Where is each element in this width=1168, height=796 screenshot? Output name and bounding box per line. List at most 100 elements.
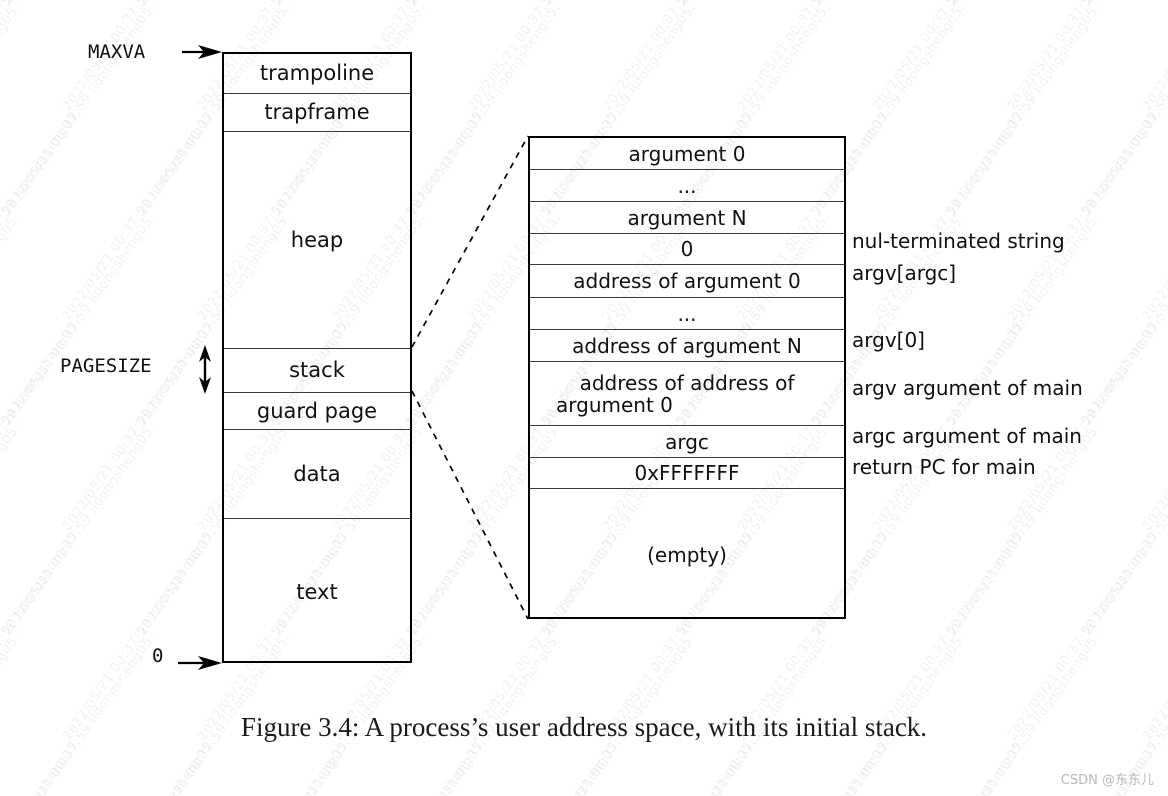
watermark-text: 2022/05/21 00:37:59 lidongsheng05.: [600, 0, 759, 114]
watermark-text: 2022/05/21 00:37:59 lidongsheng05.: [600, 736, 759, 796]
watermark-text: 2022/05/21 00:37:59 lidongsheng05.: [0, 736, 84, 796]
figure-caption: Figure 3.4: A process’s user address spa…: [240, 712, 928, 742]
watermark-text: 2022/05/21 00:37:59 lidongsheng05.: [1080, 0, 1168, 9]
stack-slot-label: ...: [677, 301, 697, 326]
memory-region-label: guard page: [256, 398, 378, 423]
stack-slot-row: ...: [530, 298, 844, 330]
stack-slot-row: address of argument N: [530, 330, 844, 362]
memory-region-trampoline: trampoline: [224, 54, 410, 94]
watermark-text: 2022/05/21 00:37:59 lidongsheng05.: [1080, 210, 1168, 429]
stack-annotation: nul-terminated string: [852, 229, 1065, 253]
watermark-text: 2022/05/21 00:37:59 lidongsheng05.: [675, 0, 834, 9]
watermark-text: 2022/05/21 00:37:59 lidongsheng05.: [0, 105, 84, 324]
watermark-text: 2022/05/21 00:37:59 lidongsheng05.: [870, 525, 1029, 744]
watermark-text: 2022/05/21 00:37:59 lidongsheng05.: [0, 525, 84, 744]
watermark-text: 2022/05/21 00:37:59 lidongsheng05.: [870, 0, 1029, 114]
stack-slot-label: argument 0: [628, 141, 746, 166]
watermark-text: 2022/05/21 00:37:59 lidongsheng05.: [945, 0, 1104, 9]
pagesize-label: PAGESIZE: [60, 355, 152, 377]
stack-annotation: argv[0]: [852, 328, 925, 352]
stack-annotation: return PC for main: [852, 455, 1036, 479]
stack-slot-row: argument N: [530, 202, 844, 234]
memory-region-label: data: [293, 461, 341, 486]
watermark-text: 2022/05/21 00:37:59 lidongsheng05.: [330, 736, 489, 796]
stack-slot-row: 0xFFFFFFF: [530, 458, 844, 489]
memory-region-trapframe: trapframe: [224, 94, 410, 132]
watermark-text: 2022/05/21 00:37:59 lidongsheng05.: [270, 0, 429, 9]
watermark-text: 2022/05/21 00:37:59 lidongsheng05.: [0, 420, 24, 639]
watermark-text: 2022/05/21 00:37:59 lidongsheng05.: [870, 105, 1029, 324]
stack-slot-label: 0: [680, 237, 694, 261]
watermark-text: 2022/05/21 00:37:59 lidongsheng05.: [0, 0, 159, 219]
watermark-text: 2022/05/21 00:37:59 lidongsheng05.: [1005, 0, 1164, 114]
watermark-text: 2022/05/21 00:37:59 lidongsheng05.: [60, 736, 219, 796]
stack-slot-row: argument 0: [530, 138, 844, 170]
watermark-text: 2022/05/21 00:37:59 lidongsheng05.: [60, 105, 219, 324]
watermark-text: 2022/05/21 00:37:59 lidongsheng05.: [465, 0, 624, 114]
stack-slot-label: address of argument N: [572, 333, 802, 358]
stack-slot-row: 0: [530, 234, 844, 265]
maxva-arrow: [182, 45, 222, 59]
watermark-text: 2022/05/21 00:37:59 lidongsheng05.: [945, 420, 1104, 639]
memory-region-label: trapframe: [264, 100, 370, 124]
stack-slot-row: (empty): [530, 489, 844, 621]
watermark-text: 2022/05/21 00:37:59 lidongsheng05.: [0, 0, 84, 114]
watermark-text: 2022/05/21 00:37:59 lidongsheng05.: [0, 210, 159, 429]
watermark-text: 2022/05/21 00:37:59 lidongsheng05.: [465, 736, 624, 796]
watermark-text: 2022/05/21 00:37:59 lidongsheng05.: [1140, 526, 1168, 744]
watermark-text: 2022/05/21 00:37:59 lidongsheng05.: [1140, 106, 1168, 324]
watermark-text: 2022/05/21 00:37:59 lidongsheng05.: [0, 0, 24, 9]
stack-annotation: argv argument of main: [852, 376, 1083, 400]
watermark-text: 2022/05/21 00:37:59 lidongsheng05.: [60, 315, 219, 534]
stack-slot-row: address of address of argument 0: [530, 362, 844, 426]
stack-annotation: argv[argc]: [852, 261, 957, 285]
stack-slot-label: (empty): [647, 543, 727, 567]
stack-detail-connectors: [411, 135, 529, 620]
memory-region-text: text: [224, 519, 410, 665]
watermark-text: 2022/05/21 00:37:59 lidongsheng05.: [735, 736, 894, 796]
watermark-text: 2022/05/21 00:37:59 lidongsheng05.: [810, 0, 969, 9]
stack-slot-label: argument N: [627, 205, 747, 230]
zero-label: 0: [152, 645, 164, 667]
watermark-text: 2022/05/21 00:37:59 lidongsheng05.: [1140, 0, 1168, 114]
stack-slot-label: address of argument 0: [573, 269, 801, 293]
watermark-text: 2022/05/21 00:37:59 lidongsheng05.: [0, 0, 159, 9]
stack-slot-label: ...: [677, 173, 697, 198]
watermark-text: 2022/05/21 00:37:59 lidongsheng05.: [540, 0, 699, 9]
csdn-watermark: CSDN @东东儿: [1060, 773, 1154, 788]
watermark-text: 2022/05/21 00:37:59 lidongsheng05.: [1005, 525, 1164, 744]
memory-region-label: trampoline: [259, 61, 375, 85]
watermark-text: 2022/05/21 00:37:59 lidongsheng05.: [0, 0, 24, 219]
memory-region-stack: stack: [224, 349, 410, 393]
figure-canvas: 2022/05/21 00:37:59 lidongsheng05.2022/0…: [0, 0, 1168, 796]
stack-slot-label: argc: [665, 429, 709, 454]
stack-annotation: argc argument of main: [852, 424, 1082, 448]
stack-slot-row: address of argument 0: [530, 265, 844, 298]
watermark-text: 2022/05/21 00:37:59 lidongsheng05.: [1005, 105, 1164, 324]
memory-region-data: data: [224, 430, 410, 519]
zero-arrow: [178, 656, 222, 670]
watermark-text: 2022/05/21 00:37:59 lidongsheng05.: [1140, 316, 1168, 534]
address-space-column: trampoline trapframe heap stack guard page da…: [222, 52, 412, 663]
pagesize-double-arrow: [199, 345, 211, 394]
watermark-text: 2022/05/21 00:37:59 lidongsheng05.: [60, 525, 219, 744]
stack-slot-label: 0xFFFFFFF: [634, 461, 740, 485]
stack-slot-row: argc: [530, 426, 844, 458]
watermark-text: 2022/05/21 00:37:59 lidongsheng05.: [0, 420, 159, 639]
watermark-text: 2022/05/21 00:37:59 lidongsheng05.: [135, 0, 294, 9]
watermark-text: 2022/05/21 00:37:59 lidongsheng05.: [405, 0, 564, 9]
stack-slot-row: ...: [530, 170, 844, 202]
watermark-text: 2022/05/21 00:37:59 lidongsheng05.: [870, 736, 1029, 796]
watermark-text: 2022/05/21 00:37:59 lidongsheng05.: [195, 736, 354, 796]
watermark-text: 2022/05/21 00:37:59 lidongsheng05.: [0, 315, 84, 534]
memory-region-label: stack: [289, 358, 345, 382]
watermark-text: 2022/05/21 00:37:59 lidongsheng05.: [1080, 420, 1168, 639]
watermark-text: 2022/05/21 00:37:59 lidongsheng05.: [945, 0, 1104, 219]
watermark-text: 2022/05/21 00:37:59 lidongsheng05.: [1080, 0, 1168, 219]
stack-slot-label-cont: argument 0: [556, 392, 673, 417]
memory-region-label: heap: [290, 227, 344, 252]
stack-slot-label: address of address of: [579, 370, 795, 395]
memory-region-guard-page: guard page: [224, 393, 410, 430]
memory-region-heap: heap: [224, 132, 410, 349]
watermark-text: 2022/05/21 00:37:59 lidongsheng05.: [735, 0, 894, 114]
